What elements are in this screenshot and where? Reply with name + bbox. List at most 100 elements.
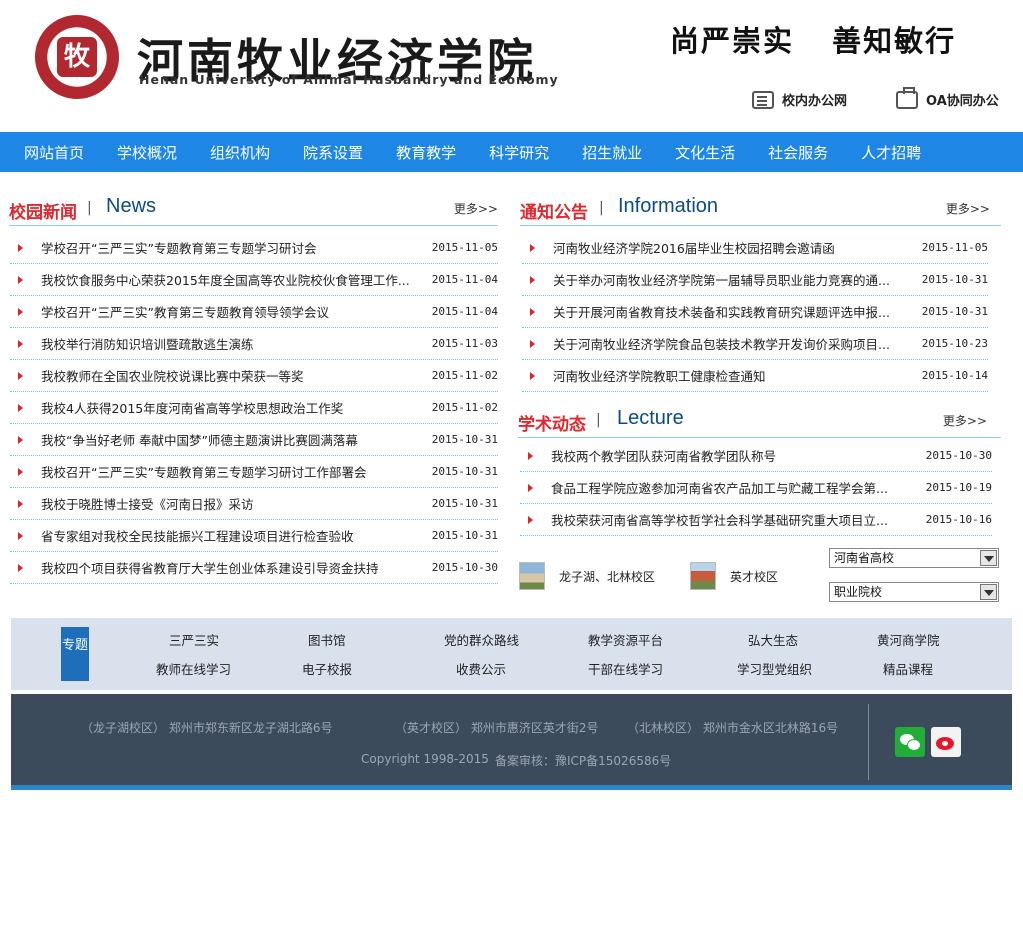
nav-item-recruitment[interactable]: 人才招聘: [845, 132, 937, 172]
campus-photo: [519, 562, 545, 590]
notices-item-title[interactable]: 关于开展河南省教育技术装备和实践教育研究课题评选申报...: [553, 302, 893, 321]
bullet-arrow-icon: [530, 244, 535, 252]
school-motto: 尚严崇实 善知敏行: [670, 24, 957, 58]
notices-item-title[interactable]: 河南牧业经济学院教职工健康检查通知: [553, 366, 893, 385]
news-item-title[interactable]: 我校召开“三严三实”专题教育第三专题学习研讨工作部署会: [41, 462, 411, 481]
footer-divider: [868, 704, 869, 780]
footer-address-beilin: （北林校区） 郑州市金水区北林路16号: [627, 721, 839, 735]
nav-item-organization[interactable]: 组织机构: [194, 132, 286, 172]
topic-link-teaching-resources[interactable]: 教学资源平台: [588, 630, 663, 649]
henan-colleges-select[interactable]: 河南省高校: [829, 548, 999, 568]
topic-link-hongda-ecology[interactable]: 弘大生态: [748, 630, 798, 649]
nav-item-research[interactable]: 科学研究: [473, 132, 565, 172]
notices-list-item[interactable]: 河南牧业经济学院2016届毕业生校园招聘会邀请函 2015-11-05: [522, 232, 988, 264]
news-item-date: 2015-10-31: [431, 529, 498, 542]
bullet-arrow-icon: [18, 276, 23, 284]
news-item-title[interactable]: 省专家组对我校全民技能振兴工程建设项目进行检查验收: [41, 526, 411, 545]
nav-item-departments[interactable]: 院系设置: [287, 132, 379, 172]
topics-tag: 专题: [61, 627, 89, 681]
bullet-arrow-icon: [18, 564, 23, 572]
topic-link-cadre-online[interactable]: 干部在线学习: [588, 659, 663, 678]
news-item-date: 2015-10-31: [431, 433, 498, 446]
news-list-item[interactable]: 我校于晓胜博士接受《河南日报》采访 2015-10-31: [10, 488, 498, 520]
nav-item-education[interactable]: 教育教学: [380, 132, 472, 172]
news-list-item[interactable]: 学校召开“三严三实”教育第三专题教育领导领学会议 2015-11-04: [10, 296, 498, 328]
oa-office-link[interactable]: OA协同办公: [896, 86, 999, 109]
lecture-item-date: 2015-10-30: [925, 449, 992, 462]
campus-link-longzihu-beilin[interactable]: 龙子湖、北林校区: [519, 562, 655, 590]
nav-item-culture[interactable]: 文化生活: [659, 132, 751, 172]
notices-list-item[interactable]: 关于河南牧业经济学院食品包装技术教学开发询价采购项目... 2015-10-23: [522, 328, 988, 360]
chevron-down-icon[interactable]: [980, 550, 997, 566]
news-section-header: 校园新闻 | News 更多>>: [9, 190, 498, 226]
news-list-item[interactable]: 省专家组对我校全民技能振兴工程建设项目进行检查验收 2015-10-31: [10, 520, 498, 552]
lecture-list-item[interactable]: 我校荣获河南省高等学校哲学社会科学基础研究重大项目立... 2015-10-16: [520, 504, 992, 536]
news-item-title[interactable]: 我校饮食服务中心荣获2015年度全国高等农业院校伙食管理工作...: [41, 270, 411, 289]
topic-link-library[interactable]: 图书馆: [308, 630, 346, 649]
notices-list-item[interactable]: 关于开展河南省教育技术装备和实践教育研究课题评选申报... 2015-10-31: [522, 296, 988, 328]
topic-link-yellow-river-business[interactable]: 黄河商学院: [877, 630, 940, 649]
topic-link-sanyan-sanshi[interactable]: 三严三实: [169, 630, 219, 649]
lecture-list-item[interactable]: 食品工程学院应邀参加河南省农产品加工与贮藏工程学会第... 2015-10-19: [520, 472, 992, 504]
news-item-date: 2015-11-02: [431, 369, 498, 382]
notices-more-link[interactable]: 更多>>: [946, 200, 990, 217]
lecture-item-title[interactable]: 食品工程学院应邀参加河南省农产品加工与贮藏工程学会第...: [551, 478, 891, 497]
bullet-arrow-icon: [18, 436, 23, 444]
topic-link-e-newspaper[interactable]: 电子校报: [302, 659, 352, 678]
news-item-title[interactable]: 学校召开“三严三实”专题教育第三专题学习研讨会: [41, 238, 411, 257]
news-more-link[interactable]: 更多>>: [454, 200, 498, 217]
news-item-title[interactable]: 我校于晓胜博士接受《河南日报》采访: [41, 494, 411, 513]
campus-link-yingcai[interactable]: 英才校区: [690, 562, 778, 590]
document-icon: [752, 90, 774, 109]
weibo-icon[interactable]: [931, 727, 961, 757]
topic-link-mass-line[interactable]: 党的群众路线: [444, 630, 519, 649]
lecture-list-item[interactable]: 我校两个教学团队获河南省教学团队称号 2015-10-30: [520, 440, 992, 472]
nav-item-about[interactable]: 学校概况: [101, 132, 193, 172]
news-item-title[interactable]: 我校“争当好老师 奉献中国梦”师德主题演讲比赛圆满落幕: [41, 430, 411, 449]
select-value: 河南省高校: [834, 551, 895, 565]
news-list-item[interactable]: 我校饮食服务中心荣获2015年度全国高等农业院校伙食管理工作... 2015-11…: [10, 264, 498, 296]
notices-item-title[interactable]: 河南牧业经济学院2016届毕业生校园招聘会邀请函: [553, 238, 893, 257]
news-item-title[interactable]: 学校召开“三严三实”教育第三专题教育领导领学会议: [41, 302, 411, 321]
chevron-down-icon[interactable]: [980, 584, 997, 600]
nav-item-admission[interactable]: 招生就业: [566, 132, 658, 172]
notices-list-item[interactable]: 河南牧业经济学院教职工健康检查通知 2015-10-14: [522, 360, 988, 392]
footer-copyright: Copyright 1998-2015: [361, 752, 489, 766]
news-list-item[interactable]: 学校召开“三严三实”专题教育第三专题学习研讨会 2015-11-05: [10, 232, 498, 264]
nav-item-home[interactable]: 网站首页: [8, 132, 100, 172]
news-item-title[interactable]: 我校举行消防知识培训暨疏散逃生演练: [41, 334, 411, 353]
vocational-colleges-select[interactable]: 职业院校: [829, 582, 999, 602]
notices-list-item[interactable]: 关于举办河南牧业经济学院第一届辅导员职业能力竞赛的通... 2015-10-31: [522, 264, 988, 296]
news-item-title[interactable]: 我校4人获得2015年度河南省高等学校思想政治工作奖: [41, 398, 411, 417]
school-seal-logo[interactable]: 牧: [35, 15, 119, 99]
lecture-title-separator: |: [596, 412, 601, 428]
lecture-more-link[interactable]: 更多>>: [943, 412, 987, 429]
office-network-link[interactable]: 校内办公网: [752, 90, 847, 109]
nav-item-social-service[interactable]: 社会服务: [752, 132, 844, 172]
news-list-item[interactable]: 我校4人获得2015年度河南省高等学校思想政治工作奖 2015-11-02: [10, 392, 498, 424]
lecture-item-title[interactable]: 我校两个教学团队获河南省教学团队称号: [551, 446, 891, 465]
bullet-arrow-icon: [530, 372, 535, 380]
news-item-title[interactable]: 我校教师在全国农业院校说课比赛中荣获一等奖: [41, 366, 411, 385]
news-list-item[interactable]: 我校“争当好老师 奉献中国梦”师德主题演讲比赛圆满落幕 2015-10-31: [10, 424, 498, 456]
news-item-date: 2015-11-03: [431, 337, 498, 350]
news-item-date: 2015-11-05: [431, 241, 498, 254]
news-list-item[interactable]: 我校四个项目获得省教育厅大学生创业体系建设引导资金扶持 2015-10-30: [10, 552, 498, 584]
notices-section-header: 通知公告 | Information 更多>>: [520, 190, 1001, 226]
notices-list: 河南牧业经济学院2016届毕业生校园招聘会邀请函 2015-11-05 关于举办河南…: [522, 232, 988, 392]
topic-link-fee-disclosure[interactable]: 收费公示: [456, 659, 506, 678]
news-list-item[interactable]: 我校召开“三严三实”专题教育第三专题学习研讨工作部署会 2015-10-31: [10, 456, 498, 488]
topic-link-quality-courses[interactable]: 精品课程: [883, 659, 933, 678]
news-item-title[interactable]: 我校四个项目获得省教育厅大学生创业体系建设引导资金扶持: [41, 558, 411, 577]
news-list-item[interactable]: 我校举行消防知识培训暨疏散逃生演练 2015-11-03: [10, 328, 498, 360]
lecture-item-title[interactable]: 我校荣获河南省高等学校哲学社会科学基础研究重大项目立...: [551, 510, 891, 529]
bullet-arrow-icon: [528, 452, 533, 460]
notices-item-title[interactable]: 关于举办河南牧业经济学院第一届辅导员职业能力竞赛的通...: [553, 270, 893, 289]
topic-link-teacher-online[interactable]: 教师在线学习: [156, 659, 231, 678]
wechat-icon[interactable]: [895, 727, 925, 757]
school-name-en: Henan University of Animal Husbandry and…: [139, 72, 559, 87]
news-list-item[interactable]: 我校教师在全国农业院校说课比赛中荣获一等奖 2015-11-02: [10, 360, 498, 392]
notices-item-title[interactable]: 关于河南牧业经济学院食品包装技术教学开发询价采购项目...: [553, 334, 893, 353]
topic-link-learning-party[interactable]: 学习型党组织: [737, 659, 812, 678]
bullet-arrow-icon: [530, 340, 535, 348]
